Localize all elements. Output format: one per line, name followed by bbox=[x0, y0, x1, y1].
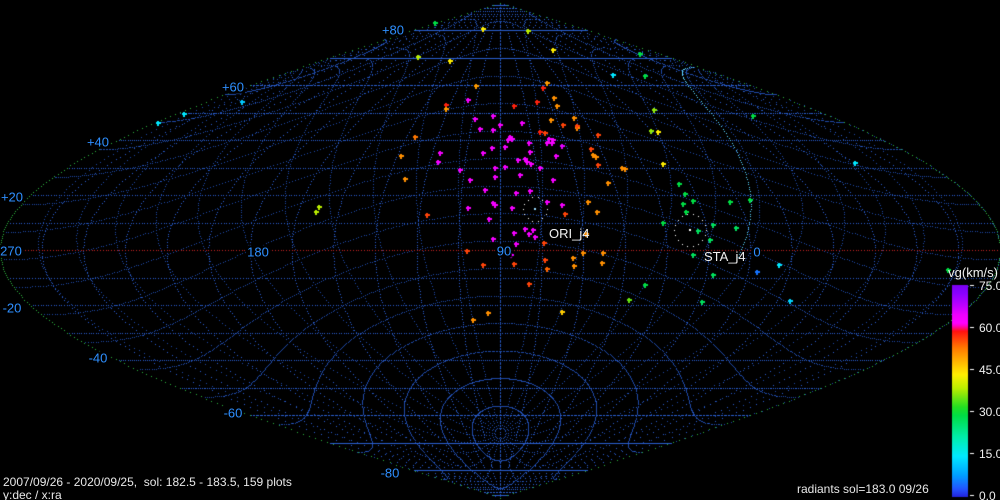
ra-axis-label-0: 0 bbox=[752, 244, 762, 260]
colorbar-tick-15.0: 15.0 bbox=[979, 447, 1000, 461]
dec-axis-label--60: -60 bbox=[222, 405, 244, 421]
dec-axis-label--40: -40 bbox=[87, 350, 109, 366]
shower-label-ori: ORI_j4 bbox=[549, 226, 590, 241]
ra-axis-label-180: 180 bbox=[246, 244, 270, 260]
footer-radiants-note: radiants sol=183.0 09/26 bbox=[797, 482, 929, 496]
dec-axis-label-+40: +40 bbox=[85, 134, 111, 150]
dec-axis-label-+80: +80 bbox=[380, 22, 406, 38]
colorbar-tick-45.0: 45.0 bbox=[979, 363, 1000, 377]
colorbar-tick-30.0: 30.0 bbox=[979, 405, 1000, 419]
radiant-map-window: 270 180 90 0 +80 +60 +40 +20 -20 -40 -60 -80 75.0 60.… bbox=[0, 0, 1000, 500]
dec-axis-label--20: -20 bbox=[1, 300, 23, 316]
dec-axis-label-+60: +60 bbox=[220, 79, 246, 95]
footer-axes-note: y:dec / x:ra bbox=[3, 488, 62, 500]
colorbar-title: vg(km/s) bbox=[948, 265, 998, 280]
ra-axis-label-90: 90 bbox=[495, 243, 513, 259]
footer-date-sol-info: 2007/09/26 - 2020/09/25, sol: 182.5 - 18… bbox=[3, 475, 292, 489]
colorbar-tick-0.0: 0.0 bbox=[979, 489, 996, 500]
colorbar-tick-75.0: 75.0 bbox=[979, 279, 1000, 293]
ra-axis-label-270: 270 bbox=[0, 243, 23, 259]
shower-label-sta: STA_j4 bbox=[704, 249, 746, 264]
dec-axis-label--80: -80 bbox=[379, 465, 401, 481]
colorbar-tick-60.0: 60.0 bbox=[979, 321, 1000, 335]
dec-axis-label-+20: +20 bbox=[0, 189, 25, 205]
